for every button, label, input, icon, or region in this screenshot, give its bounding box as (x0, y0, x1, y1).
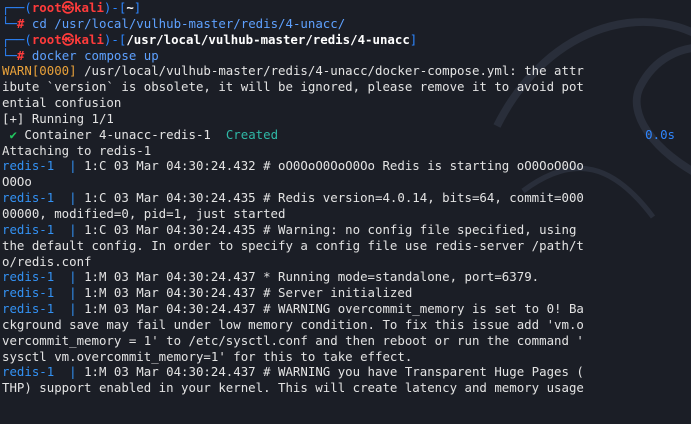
running-status: [+] Running 1/1 (2, 110, 114, 126)
prompt-dir: ~ (126, 0, 134, 15)
log-separator: | (54, 158, 85, 174)
log-prefix: redis-1 (2, 158, 55, 174)
log-continuation: ckground save may fail under low memory … (2, 316, 584, 332)
log-separator: | (54, 190, 85, 206)
prompt-user: root (31, 0, 62, 15)
terminal-window[interactable]: ┌──(root㉿kali)-[~] └─# cd /usr/local/vul… (0, 0, 691, 424)
warn-text: ential confusion (2, 95, 122, 111)
prompt-host: kali (74, 31, 104, 47)
log-line: redis-1 | 1:M 03 Mar 04:30:24.437 # WARN… (2, 364, 689, 380)
log-prefix: redis-1 (2, 301, 55, 317)
log-text: 1:M 03 Mar 04:30:24.437 # WARNING you ha… (84, 364, 584, 380)
log-text: 1:M 03 Mar 04:30:24.437 # Server initial… (84, 285, 413, 301)
warn-tag: WARN[0000] (2, 63, 77, 79)
log-line: redis-1 | 1:C 03 Mar 04:30:24.435 # Redi… (2, 190, 689, 206)
log-continuation: vercommit_memory = 1' to /etc/sysctl.con… (2, 332, 584, 348)
log-continuation: O0Oo (2, 174, 32, 190)
log-text: 1:C 03 Mar 04:30:24.435 # Redis version=… (84, 190, 584, 206)
prompt-at-symbol: ㉿ (61, 0, 75, 15)
container-time: 0.0s (645, 126, 675, 142)
log-line: redis-1 | 1:C 03 Mar 04:30:24.432 # oO0O… (2, 158, 689, 174)
log-separator: | (54, 364, 85, 380)
command-line-2: └─# docker compose up (2, 47, 159, 63)
log-prefix: redis-1 (2, 364, 55, 380)
log-prefix: redis-1 (2, 285, 55, 301)
prompt-host: kali (74, 0, 104, 15)
log-output: redis-1 | 1:C 03 Mar 04:30:24.432 # oO0O… (2, 158, 689, 396)
log-line: redis-1 | 1:M 03 Mar 04:30:24.437 # WARN… (2, 301, 689, 317)
warn-text: ibute `version` is obsolete, it will be … (2, 79, 584, 95)
log-separator: | (54, 269, 85, 285)
prompt-at-symbol: ㉿ (61, 31, 75, 47)
log-continuation: the default config. In order to specify … (2, 237, 584, 253)
log-separator: | (54, 221, 85, 237)
log-prefix: redis-1 (2, 269, 55, 285)
log-text: 1:M 03 Mar 04:30:24.437 * Running mode=s… (84, 269, 540, 285)
log-prefix: redis-1 (2, 190, 55, 206)
log-separator: | (54, 301, 85, 317)
log-prefix: redis-1 (2, 221, 55, 237)
log-text: 1:C 03 Mar 04:30:24.435 # Warning: no co… (84, 221, 577, 237)
log-line: redis-1 | 1:M 03 Mar 04:30:24.437 * Runn… (2, 269, 689, 285)
prompt-line-1: ┌──(root㉿kali)-[~] (2, 0, 142, 15)
warn-line: ential confusion (2, 95, 689, 111)
log-continuation: 00000, modified=0, pid=1, just started (2, 205, 286, 221)
prompt-dir: /usr/local/vulhub-master/redis/4-unacc (126, 31, 410, 47)
command-text: cd /usr/local/vulhub-master/redis/4-unac… (31, 15, 346, 31)
container-status: Created (225, 126, 279, 142)
log-text: 1:M 03 Mar 04:30:24.437 # WARNING overco… (84, 301, 584, 317)
command-line-1: └─# cd /usr/local/vulhub-master/redis/4-… (2, 15, 346, 31)
command-text: docker compose up (31, 47, 159, 63)
container-label: Container 4-unacc-redis-1 (16, 126, 211, 142)
log-text: 1:C 03 Mar 04:30:24.432 # oO0OoO0OoO0Oo … (84, 158, 584, 174)
prompt-line-2: ┌──(root㉿kali)-[/usr/local/vulhub-master… (2, 31, 418, 47)
container-status-line: ✔ Container 4-unacc-redis-1 Created 0.0s (2, 127, 689, 143)
log-line: redis-1 | 1:M 03 Mar 04:30:24.437 # Serv… (2, 285, 689, 301)
log-continuation: THP) support enabled in your kernel. Thi… (2, 380, 584, 396)
log-continuation: o/redis.conf (2, 253, 92, 269)
warn-line: ibute `version` is obsolete, it will be … (2, 79, 689, 95)
prompt-user: root (31, 31, 62, 47)
log-separator: | (54, 285, 85, 301)
log-line: redis-1 | 1:C 03 Mar 04:30:24.435 # Warn… (2, 222, 689, 238)
check-icon: ✔ (9, 126, 17, 142)
warn-text: /usr/local/vulhub-master/redis/4-unacc/d… (76, 63, 584, 79)
attaching-line: Attaching to redis-1 (2, 142, 152, 158)
warn-line: WARN[0000] /usr/local/vulhub-master/redi… (2, 63, 689, 79)
log-continuation: sysctl vm.overcommit_memory=1' for this … (2, 348, 413, 364)
